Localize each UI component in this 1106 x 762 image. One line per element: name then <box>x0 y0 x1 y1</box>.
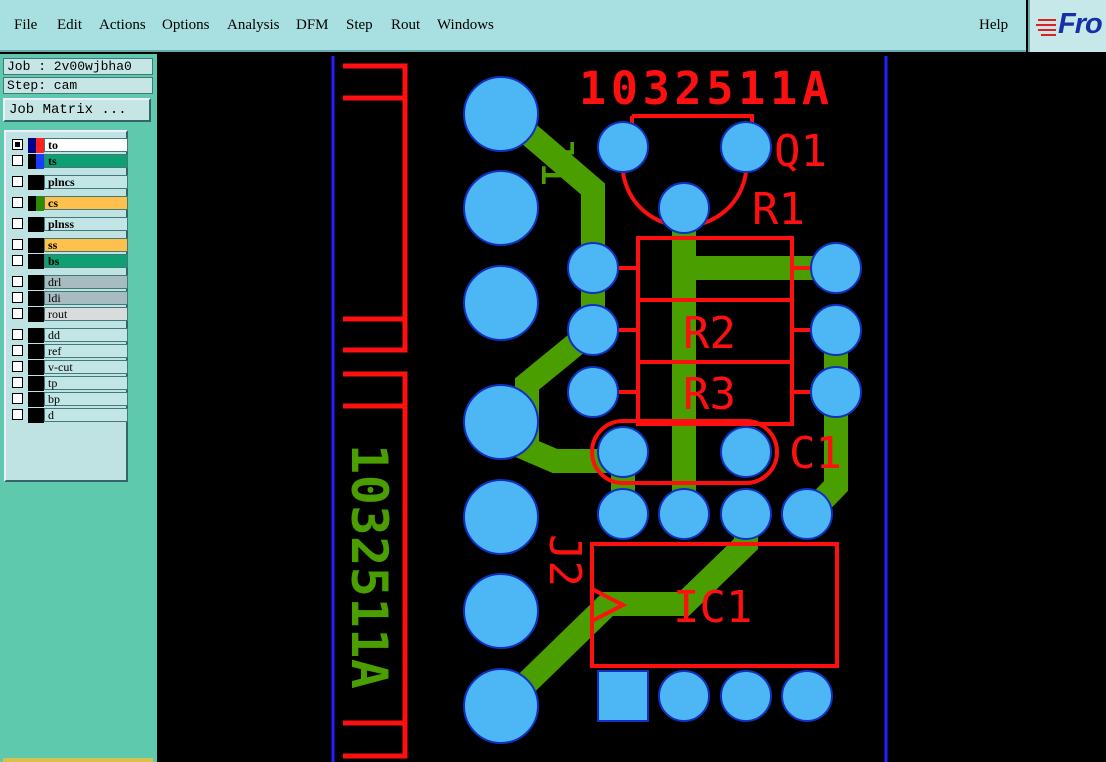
menu-edit[interactable]: Edit <box>57 17 82 34</box>
layer-name[interactable]: to <box>44 138 128 152</box>
layer-checkbox[interactable] <box>12 155 23 166</box>
layer-color-swatch <box>28 360 44 375</box>
ref-r3: R3 <box>683 369 736 420</box>
layer-color-swatch <box>28 376 44 391</box>
graphics-canvas[interactable]: 1032511A Q1 R1 R2 R3 C1 IC1 J2 J1 103251… <box>157 54 1106 762</box>
ref-c1: C1 <box>789 428 842 479</box>
layer-color-swatch <box>28 291 44 306</box>
pcb-view[interactable]: 1032511A Q1 R1 R2 R3 C1 IC1 J2 J1 103251… <box>157 54 1106 762</box>
layer-row-ts[interactable]: ts <box>10 154 128 169</box>
ref-r2: R2 <box>683 308 736 359</box>
app-logo: Fro <box>1028 0 1106 52</box>
layer-row-ss[interactable]: ss <box>10 238 128 253</box>
layer-name[interactable]: drl <box>44 275 128 289</box>
layer-row-tp[interactable]: tp <box>10 376 128 391</box>
layer-color-swatch <box>28 392 44 407</box>
menu-dfm[interactable]: DFM <box>296 17 329 34</box>
layer-row-v-cut[interactable]: v-cut <box>10 360 128 375</box>
layer-checkbox[interactable] <box>12 239 23 250</box>
layer-row-bp[interactable]: bp <box>10 392 128 407</box>
layer-checkbox[interactable] <box>12 308 23 319</box>
silk-vertical-label: 1032511A <box>340 444 398 689</box>
layer-checkbox[interactable] <box>12 393 23 404</box>
layer-color-swatch <box>28 275 44 290</box>
sidebar: Job : 2v00wjbha0 Step: cam Job Matrix ..… <box>0 54 157 762</box>
silk-top-label: 1032511A <box>579 62 829 115</box>
menu-bar: File Edit Actions Options Analysis DFM S… <box>0 0 1026 52</box>
layer-color-swatch <box>28 254 44 269</box>
menu-options[interactable]: Options <box>162 17 210 34</box>
ref-q1: Q1 <box>774 126 827 177</box>
layer-checkbox[interactable] <box>12 377 23 388</box>
layer-checkbox[interactable] <box>12 292 23 303</box>
layer-name[interactable]: ts <box>44 154 128 168</box>
layer-name[interactable]: bp <box>44 392 128 406</box>
layer-checkbox[interactable] <box>12 139 23 150</box>
menu-actions[interactable]: Actions <box>99 17 146 34</box>
step-name-field: Step: cam <box>3 77 153 94</box>
layer-list: to ts plncs cs plnss ss bs drl ldi rout dd ref v-cut… <box>4 130 128 482</box>
layer-checkbox[interactable] <box>12 345 23 356</box>
layer-name[interactable]: cs <box>44 196 128 210</box>
layer-row-bs[interactable]: bs <box>10 254 128 269</box>
layer-color-swatch <box>28 138 44 153</box>
layer-checkbox[interactable] <box>12 176 23 187</box>
logo-speed-lines-icon <box>1036 19 1056 36</box>
layer-row-plnss[interactable]: plnss <box>10 217 128 232</box>
layer-color-swatch <box>28 175 44 190</box>
silk-connector-top <box>343 63 408 353</box>
layer-checkbox[interactable] <box>12 329 23 340</box>
layer-checkbox[interactable] <box>12 197 23 208</box>
layer-name[interactable]: dd <box>44 328 128 342</box>
logo-text: Fro <box>1058 8 1103 40</box>
job-matrix-button[interactable]: Job Matrix ... <box>3 98 151 122</box>
layer-name[interactable]: tp <box>44 376 128 390</box>
layer-color-swatch <box>28 307 44 322</box>
layer-row-ref[interactable]: ref <box>10 344 128 359</box>
layer-checkbox[interactable] <box>12 276 23 287</box>
layer-color-swatch <box>28 217 44 232</box>
layer-row-ldi[interactable]: ldi <box>10 291 128 306</box>
layer-row-cs[interactable]: cs <box>10 196 128 211</box>
layer-name[interactable]: ss <box>44 238 128 252</box>
layer-color-swatch <box>28 154 44 169</box>
menu-help[interactable]: Help <box>979 17 1008 34</box>
layer-row-d[interactable]: d <box>10 408 128 423</box>
layer-name[interactable]: d <box>44 408 128 422</box>
layer-color-swatch <box>28 238 44 253</box>
layer-name[interactable]: ref <box>44 344 128 358</box>
layer-color-swatch <box>28 408 44 423</box>
layer-name[interactable]: plnss <box>44 217 128 231</box>
layer-color-swatch <box>28 344 44 359</box>
ref-ic1: IC1 <box>673 582 752 633</box>
layer-checkbox[interactable] <box>12 361 23 372</box>
layer-name[interactable]: v-cut <box>44 360 128 374</box>
sidebar-bottom-bar <box>3 758 153 762</box>
menu-analysis[interactable]: Analysis <box>227 17 280 34</box>
layer-name[interactable]: rout <box>44 307 128 321</box>
layer-name[interactable]: bs <box>44 254 128 268</box>
layer-name[interactable]: plncs <box>44 175 128 189</box>
layer-checkbox[interactable] <box>12 255 23 266</box>
job-name-field: Job : 2v00wjbha0 <box>3 58 153 75</box>
ref-r1: R1 <box>752 184 805 235</box>
menu-rout[interactable]: Rout <box>391 17 420 34</box>
layer-color-swatch <box>28 196 44 211</box>
menu-step[interactable]: Step <box>346 17 373 34</box>
layer-checkbox[interactable] <box>12 218 23 229</box>
layer-checkbox[interactable] <box>12 409 23 420</box>
menu-windows[interactable]: Windows <box>437 17 494 34</box>
layer-row-plncs[interactable]: plncs <box>10 175 128 190</box>
ref-j1: J1 <box>531 134 582 187</box>
ref-j2: J2 <box>539 534 590 587</box>
layer-name[interactable]: ldi <box>44 291 128 305</box>
layer-row-rout[interactable]: rout <box>10 307 128 322</box>
layer-color-swatch <box>28 328 44 343</box>
layer-row-dd[interactable]: dd <box>10 328 128 343</box>
layer-row-to[interactable]: to <box>10 138 128 153</box>
layer-row-drl[interactable]: drl <box>10 275 128 290</box>
menu-file[interactable]: File <box>14 17 37 34</box>
